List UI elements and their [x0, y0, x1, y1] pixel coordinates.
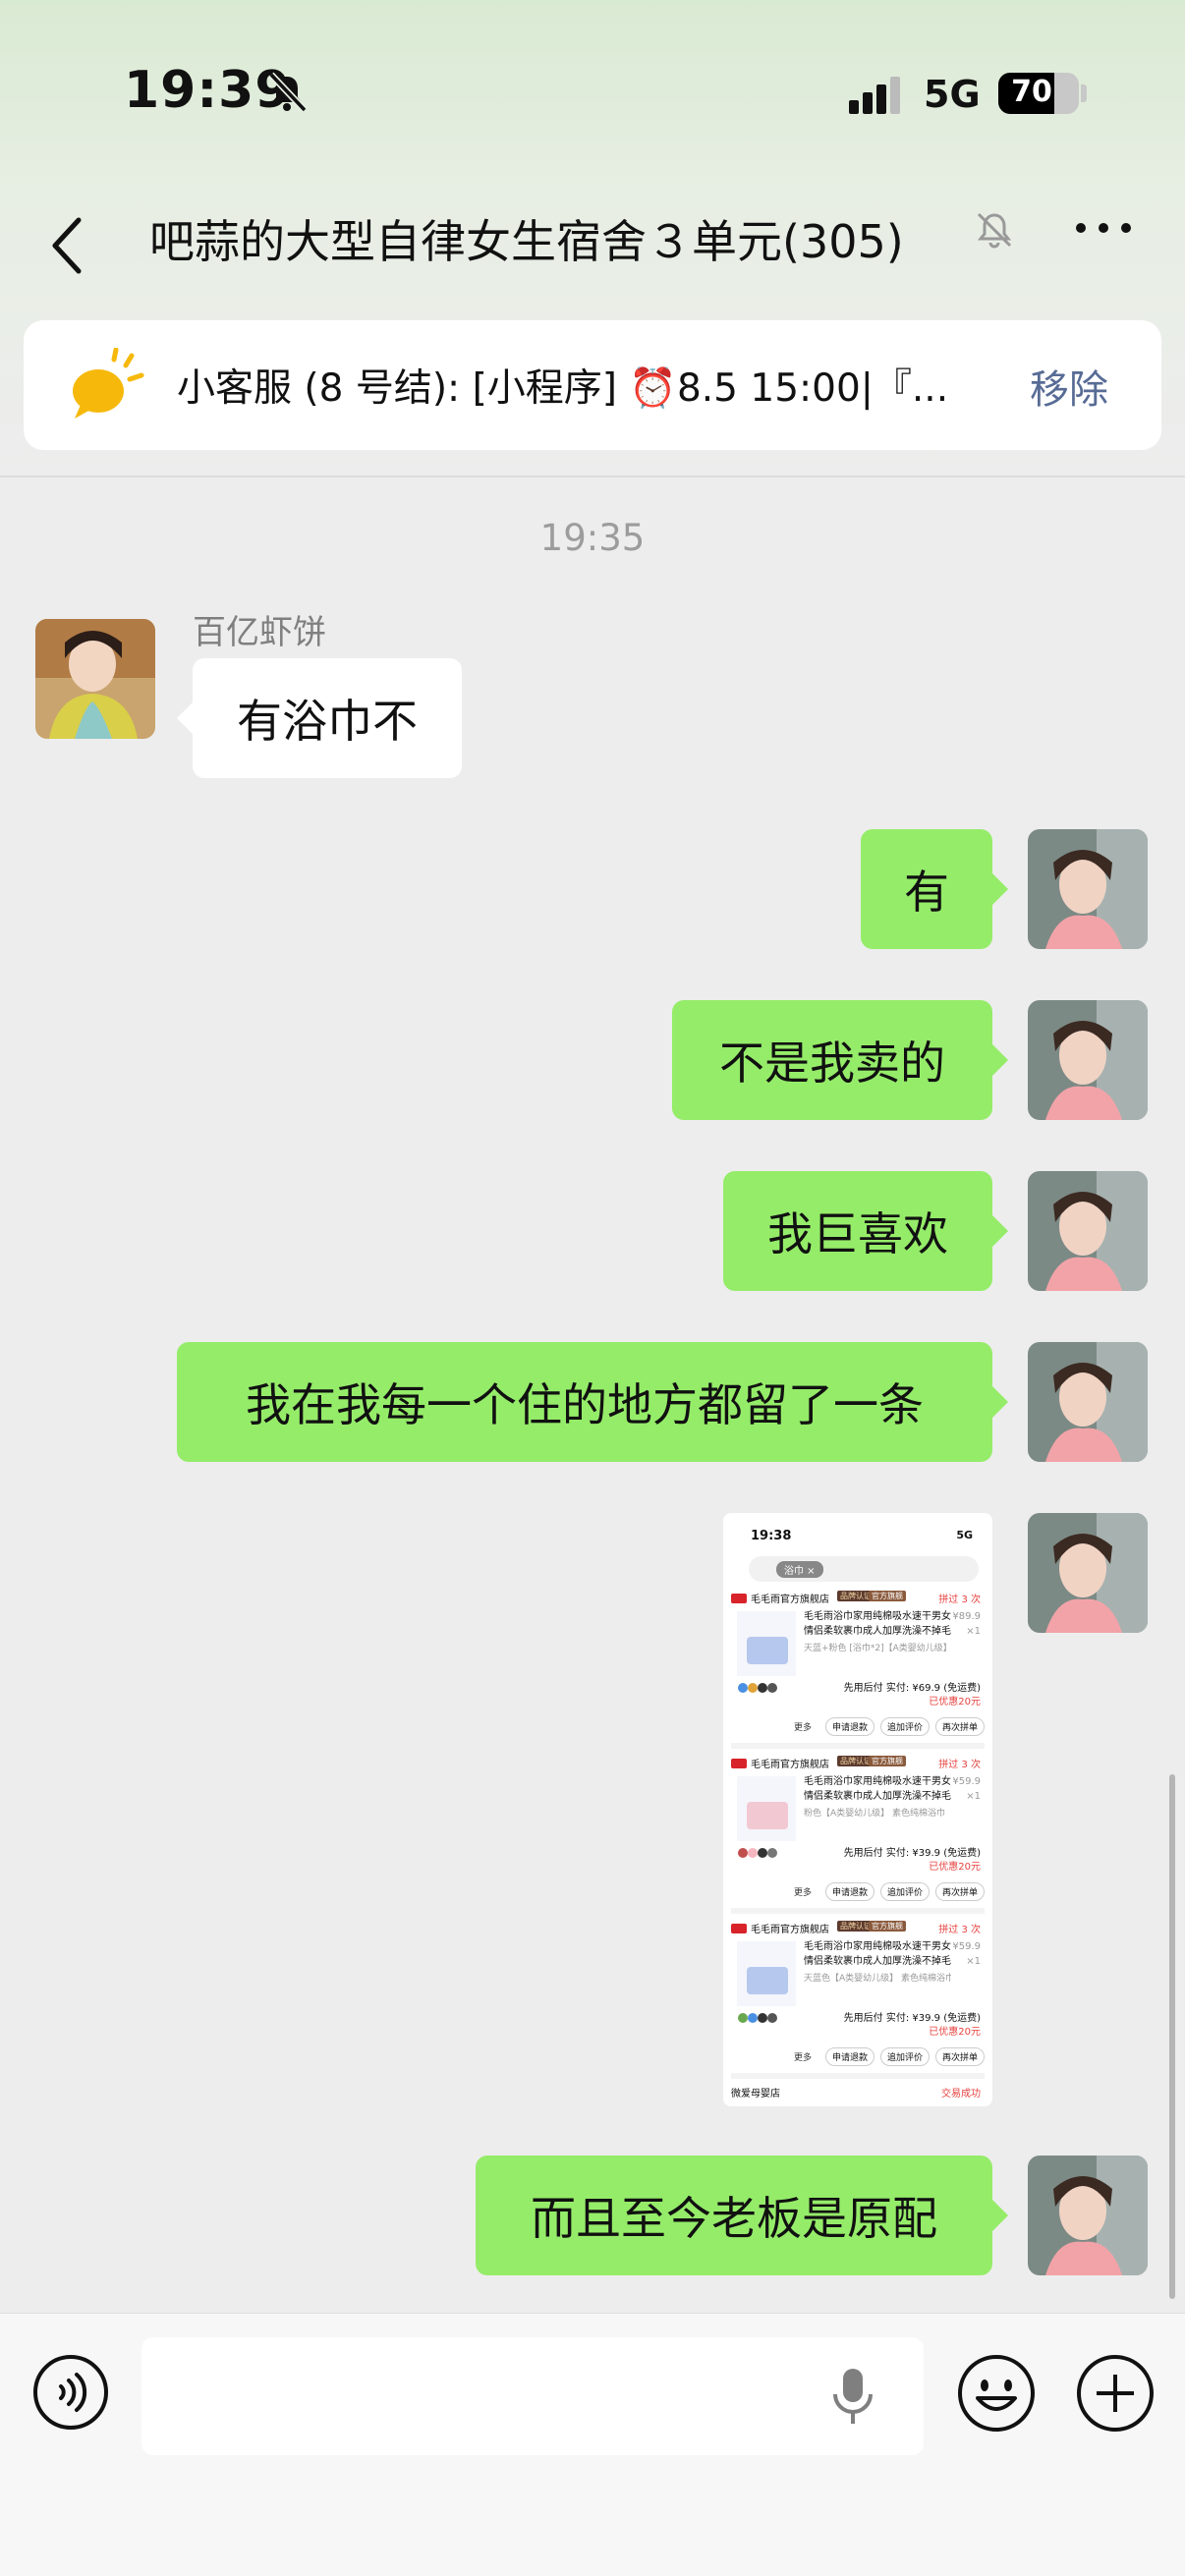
- message-bubble-outgoing[interactable]: 不是我卖的: [672, 1000, 1008, 1120]
- battery-level: 70: [1011, 75, 1052, 109]
- cellular-signal-icon: [849, 77, 900, 114]
- emoji-icon[interactable]: [956, 2353, 1037, 2434]
- order-title: 毛毛雨浴巾家用纯棉吸水速干男女情侣柔软裹巾成人加厚洗澡不掉毛: [804, 1941, 951, 1967]
- order-spec: 粉色【A类婴幼儿级】 素色纯棉浴巾: [804, 1809, 946, 1819]
- order-review-button: 追加评价: [879, 1882, 930, 1901]
- order-tag: 官方旗舰: [869, 1591, 906, 1601]
- order-review-button: 追加评价: [879, 1717, 930, 1736]
- order-paid: 先用后付 实付: ¥39.9 (免运费) 已优惠20元: [843, 2013, 981, 2038]
- avatar[interactable]: [1028, 1171, 1148, 1291]
- message-bubble-outgoing[interactable]: 而且至今老板是原配: [476, 2156, 1008, 2275]
- order-shop-name: 毛毛雨官方旗舰店: [751, 1760, 829, 1770]
- order-price: ¥59.9 ×1: [952, 1941, 981, 1967]
- battery-icon: 70: [998, 73, 1079, 114]
- order-tag: 官方旗舰: [869, 1921, 906, 1932]
- more-options-icon[interactable]: [1071, 206, 1136, 250]
- order-card: 毛毛雨官方旗舰店 品牌认证 官方旗舰 拼过 3 次 毛毛雨浴巾家用纯棉吸水速干男…: [731, 1588, 985, 1749]
- buyer-avatars-icon: [738, 2013, 777, 2023]
- product-image: [737, 1941, 796, 2006]
- shot-network: 5G: [956, 1529, 973, 1541]
- towel-thumbnail: [747, 1967, 788, 1994]
- avatar[interactable]: [1028, 1342, 1148, 1462]
- order-more-link: 更多: [793, 1888, 812, 1898]
- towel-thumbnail: [747, 1802, 788, 1829]
- shop-logo: [731, 1924, 747, 1933]
- announcement-icon: [73, 348, 144, 419]
- message-bubble-outgoing[interactable]: 我在我每一个住的地方都留了一条: [177, 1342, 1008, 1462]
- order-title: 毛毛雨浴巾家用纯棉吸水速干男女情侣柔软裹巾成人加厚洗澡不掉毛: [804, 1776, 951, 1802]
- order-refund-button: 申请退款: [824, 2047, 875, 2066]
- order-refund-button: 申请退款: [824, 1882, 875, 1901]
- status-bar: 19:39 5G 70: [0, 0, 1185, 187]
- order-repurchase: 拼过 3 次: [938, 1760, 981, 1770]
- order-price: ¥89.9 ×1: [952, 1611, 981, 1637]
- order-repurchase: 拼过 3 次: [938, 1595, 981, 1605]
- order-spec: 天蓝色【A类婴幼儿级】 素色纯棉浴巾: [804, 1974, 951, 1984]
- order-rebuy-button: 再次拼单: [934, 1717, 985, 1736]
- microphone-icon[interactable]: [829, 2367, 876, 2428]
- shot-search-bar: 浴巾 ×: [749, 1556, 979, 1582]
- image-message[interactable]: 19:38 5G 浴巾 × 毛毛雨官方旗舰店 品牌认证 官方旗舰 拼过 3 次 …: [723, 1513, 992, 2106]
- order-shop-name: 毛毛雨官方旗舰店: [751, 1595, 829, 1605]
- buyer-avatars-icon: [738, 1848, 777, 1858]
- network-type: 5G: [924, 73, 981, 116]
- order-more-link: 更多: [793, 2053, 812, 2063]
- order-tag: 官方旗舰: [869, 1756, 906, 1766]
- towel-thumbnail: [747, 1637, 788, 1664]
- order-more-link: 更多: [793, 1723, 812, 1733]
- sender-nickname: 百亿虾饼: [193, 613, 326, 652]
- order-card: 毛毛雨官方旗舰店 品牌认证 官方旗舰 拼过 3 次 毛毛雨浴巾家用纯棉吸水速干男…: [731, 1918, 985, 2079]
- order-rebuy-button: 再次拼单: [934, 2047, 985, 2066]
- bell-off-icon: [268, 72, 308, 113]
- chat-title: 吧蒜的大型自律女生宿舍３单元(305): [149, 215, 904, 268]
- order-spec: 天蓝+粉色 [浴巾*2]【A类婴幼儿级】: [804, 1644, 951, 1653]
- order-paid: 先用后付 实付: ¥39.9 (免运费) 已优惠20元: [843, 1848, 981, 1873]
- shop-logo: [731, 1594, 747, 1603]
- shot-footer: 微爱母婴店 交易成功: [731, 2085, 985, 2100]
- message-timestamp: 19:35: [539, 517, 646, 559]
- remove-notice-button[interactable]: 移除: [1030, 358, 1108, 415]
- avatar[interactable]: [1028, 1000, 1148, 1120]
- chat-navbar: 吧蒜的大型自律女生宿舍３单元(305): [0, 187, 1185, 314]
- order-card: 毛毛雨官方旗舰店 品牌认证 官方旗舰 拼过 3 次 毛毛雨浴巾家用纯棉吸水速干男…: [731, 1753, 985, 1914]
- notice-text: 小客服 (8 号结): [小程序] ⏰8.5 15:00|『...: [177, 366, 949, 411]
- avatar[interactable]: [1028, 1513, 1148, 1633]
- pinned-notice-bar[interactable]: 小客服 (8 号结): [小程序] ⏰8.5 15:00|『... 移除: [24, 320, 1161, 450]
- chat-input-bar: [0, 2313, 1185, 2576]
- product-image: [737, 1776, 796, 1841]
- order-review-button: 追加评价: [879, 2047, 930, 2066]
- shot-time: 19:38: [751, 1529, 792, 1543]
- avatar[interactable]: [35, 619, 155, 739]
- buyer-avatars-icon: [738, 1683, 777, 1693]
- avatar[interactable]: [1028, 2156, 1148, 2275]
- footer-shop: 微爱母婴店: [731, 2089, 780, 2100]
- shop-logo: [731, 1759, 747, 1768]
- back-chevron-icon[interactable]: [43, 206, 92, 285]
- order-paid: 先用后付 实付: ¥69.9 (免运费) 已优惠20元: [843, 1683, 981, 1708]
- message-bubble-outgoing[interactable]: 有: [861, 829, 1008, 949]
- divider: [0, 476, 1185, 477]
- order-price: ¥59.9 ×1: [952, 1776, 981, 1802]
- order-rebuy-button: 再次拼单: [934, 1882, 985, 1901]
- message-input[interactable]: [141, 2337, 924, 2455]
- voice-input-icon[interactable]: [31, 2353, 110, 2432]
- order-repurchase: 拼过 3 次: [938, 1925, 981, 1935]
- order-refund-button: 申请退款: [824, 1717, 875, 1736]
- order-title: 毛毛雨浴巾家用纯棉吸水速干男女情侣柔软裹巾成人加厚洗澡不掉毛: [804, 1611, 951, 1637]
- muted-bell-icon: [977, 212, 1012, 249]
- order-shop-name: 毛毛雨官方旗舰店: [751, 1925, 829, 1935]
- shot-search-chip: 浴巾 ×: [776, 1561, 823, 1578]
- product-image: [737, 1611, 796, 1676]
- add-more-icon[interactable]: [1075, 2353, 1156, 2434]
- footer-status: 交易成功: [941, 2089, 981, 2100]
- avatar[interactable]: [1028, 829, 1148, 949]
- message-bubble-outgoing[interactable]: 我巨喜欢: [723, 1171, 1008, 1291]
- message-bubble-incoming[interactable]: 有浴巾不: [177, 658, 462, 778]
- scrollbar[interactable]: [1169, 1774, 1175, 2299]
